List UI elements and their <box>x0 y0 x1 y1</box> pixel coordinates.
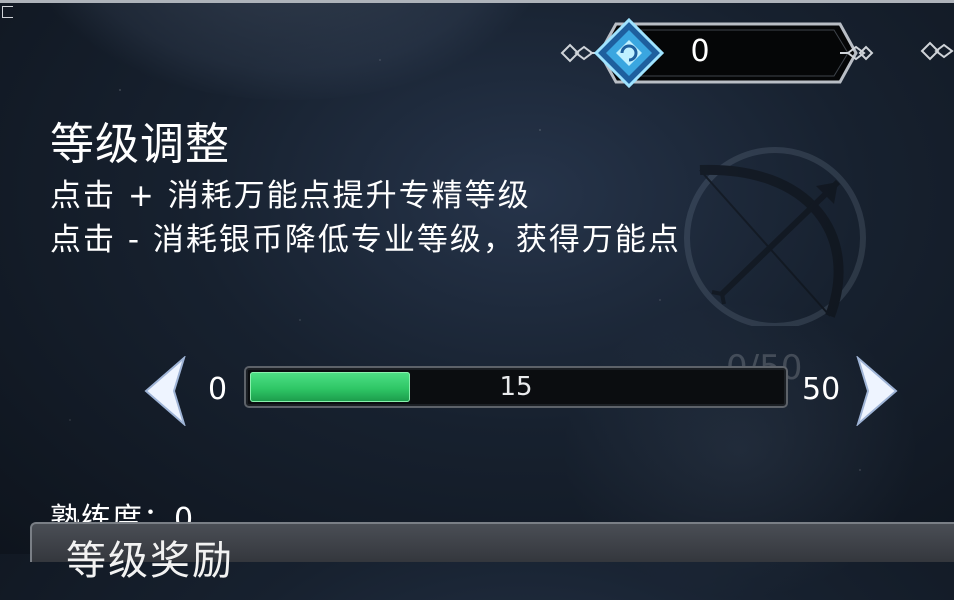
instruction-plus: 点击 + 消耗万能点提升专精等级 <box>50 178 531 214</box>
bow-and-arrow-icon <box>684 147 866 326</box>
increase-level-button[interactable] <box>854 356 902 426</box>
level-rewards-panel: 等级奖励 <box>30 522 954 584</box>
level-bar-min: 0 <box>208 372 228 407</box>
top-border <box>0 0 954 3</box>
level-current-value: 15 <box>499 372 533 402</box>
blue-crystal-gem-icon <box>593 18 665 88</box>
instruction-minus: 点击 - 消耗银币降低专业等级，获得万能点 <box>50 222 681 258</box>
level-adjust-title: 等级调整 <box>50 119 230 170</box>
currency-amount: 0 <box>690 34 710 69</box>
universal-points-counter: 0 <box>560 18 874 88</box>
level-bar-max: 50 <box>802 372 841 407</box>
corner-bracket-icon <box>2 6 13 18</box>
decrease-level-button[interactable] <box>140 356 188 426</box>
ornament-edge-icon <box>920 41 954 61</box>
level-progress-bar: 15 <box>244 366 788 408</box>
level-rewards-title: 等级奖励 <box>66 538 234 584</box>
ornament-right-icon <box>840 45 874 61</box>
